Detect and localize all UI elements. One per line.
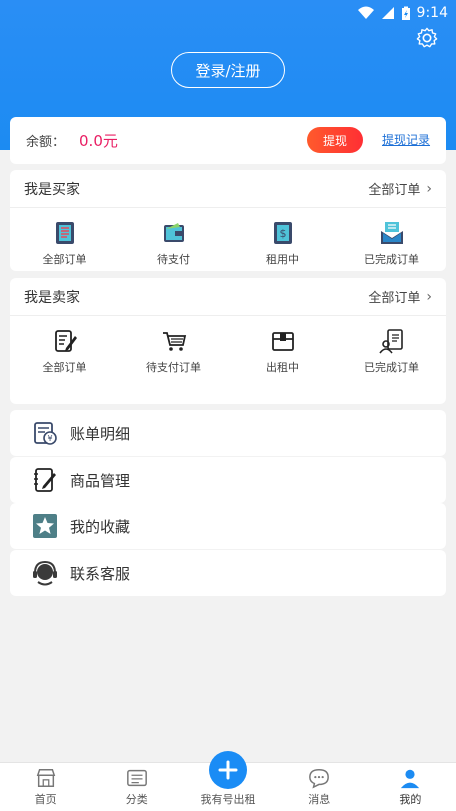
- wifi-icon: [357, 6, 374, 19]
- buyer-pending-payment[interactable]: 待支付: [124, 220, 224, 267]
- menu-label: 商品管理: [70, 471, 131, 490]
- seller-renting-out[interactable]: 出租中: [233, 328, 333, 375]
- signal-icon: [381, 7, 394, 19]
- status-time: 9:14: [416, 5, 448, 21]
- tab-home[interactable]: 首页: [0, 763, 91, 811]
- seller-section-header: 我是卖家 全部订单 ›: [10, 278, 446, 316]
- menu-my-favorites[interactable]: 我的收藏: [10, 503, 446, 549]
- settings-gear-icon[interactable]: [416, 27, 438, 49]
- tab-label: 首页: [34, 793, 57, 806]
- menu-bill-details[interactable]: ¥ 账单明细: [10, 410, 446, 456]
- seller-all-orders-label: 全部订单: [368, 291, 421, 306]
- order-list-icon: [55, 222, 74, 244]
- bill-icon: ¥: [34, 422, 57, 445]
- chevron-right-icon: ›: [426, 180, 432, 197]
- seller-pending-payment[interactable]: 待支付订单: [124, 328, 224, 375]
- seller-item-label: 全部订单: [42, 361, 87, 374]
- edit-doc-icon: [54, 330, 77, 352]
- buyer-all-orders-link[interactable]: 全部订单 ›: [368, 179, 432, 199]
- battery-icon: [401, 6, 410, 20]
- buyer-item-label: 全部订单: [42, 253, 87, 266]
- buyer-completed-orders[interactable]: 已完成订单: [342, 220, 442, 267]
- message-icon: [309, 769, 330, 789]
- menu-contact-support[interactable]: 联系客服: [10, 550, 446, 596]
- profile-icon: [401, 769, 420, 789]
- home-icon: [36, 769, 55, 787]
- menu-label: 联系客服: [70, 564, 131, 583]
- box-icon: [271, 332, 294, 351]
- buyer-all-orders-label: 全部订单: [368, 183, 421, 198]
- plus-glyph-icon: [218, 760, 238, 780]
- plus-icon[interactable]: [209, 751, 247, 789]
- menu-label: 账单明细: [70, 424, 131, 443]
- headset-icon: [33, 560, 57, 586]
- status-bar: 9:14: [0, 0, 456, 26]
- seller-all-orders[interactable]: 全部订单: [15, 328, 115, 375]
- buyer-section: 我是买家 全部订单 › 全部订单 待支付 $ 租用中 已完成订单: [10, 170, 446, 271]
- withdraw-button[interactable]: 提现: [307, 127, 363, 153]
- buyer-all-orders[interactable]: 全部订单: [15, 220, 115, 267]
- buyer-section-header: 我是买家 全部订单 ›: [10, 170, 446, 208]
- cart-icon: [162, 332, 186, 351]
- notebook-icon: [34, 468, 56, 492]
- seller-section: 我是卖家 全部订单 › 全部订单 待支付订单 出租中 已完成订单: [10, 278, 446, 404]
- seller-all-orders-link[interactable]: 全部订单 ›: [368, 287, 432, 307]
- seller-item-label: 已完成订单: [364, 361, 419, 374]
- wallet-icon: [163, 223, 184, 242]
- balance-label: 余额：: [26, 135, 66, 150]
- inbox-icon: [380, 222, 403, 244]
- tab-label: 分类: [125, 793, 148, 806]
- tab-label: 消息: [308, 793, 331, 806]
- buyer-title: 我是买家: [24, 181, 80, 198]
- tab-category[interactable]: 分类: [91, 763, 182, 811]
- tab-mine[interactable]: 我的: [365, 763, 456, 811]
- svg-text:¥: ¥: [47, 434, 52, 443]
- seller-item-label: 出租中: [266, 361, 299, 374]
- seller-completed-orders[interactable]: 已完成订单: [342, 328, 442, 375]
- seller-item-label: 待支付订单: [146, 361, 201, 374]
- withdraw-log-link[interactable]: 提现记录: [382, 131, 430, 148]
- svg-text:$: $: [279, 227, 286, 240]
- tab-label: 我有号出租: [200, 793, 256, 806]
- category-icon: [126, 769, 147, 787]
- balance-card: 余额： 0.0元 提现 提现记录: [10, 117, 446, 164]
- dollar-doc-icon: $: [273, 222, 292, 244]
- buyer-renting[interactable]: $ 租用中: [233, 220, 333, 267]
- balance-amount: 0.0元: [79, 132, 118, 150]
- chevron-right-icon: ›: [426, 288, 432, 305]
- star-icon: [33, 514, 57, 538]
- seller-title: 我是卖家: [24, 289, 80, 306]
- menu-label: 我的收藏: [70, 517, 131, 536]
- buyer-item-label: 租用中: [266, 253, 299, 266]
- tab-label: 我的: [399, 793, 422, 806]
- menu-goods-management[interactable]: 商品管理: [10, 457, 446, 503]
- login-register-button[interactable]: 登录/注册: [171, 52, 285, 88]
- buyer-item-label: 待支付: [157, 253, 190, 266]
- buyer-item-label: 已完成订单: [364, 253, 419, 266]
- user-doc-icon: [378, 329, 403, 354]
- tab-messages[interactable]: 消息: [274, 763, 365, 811]
